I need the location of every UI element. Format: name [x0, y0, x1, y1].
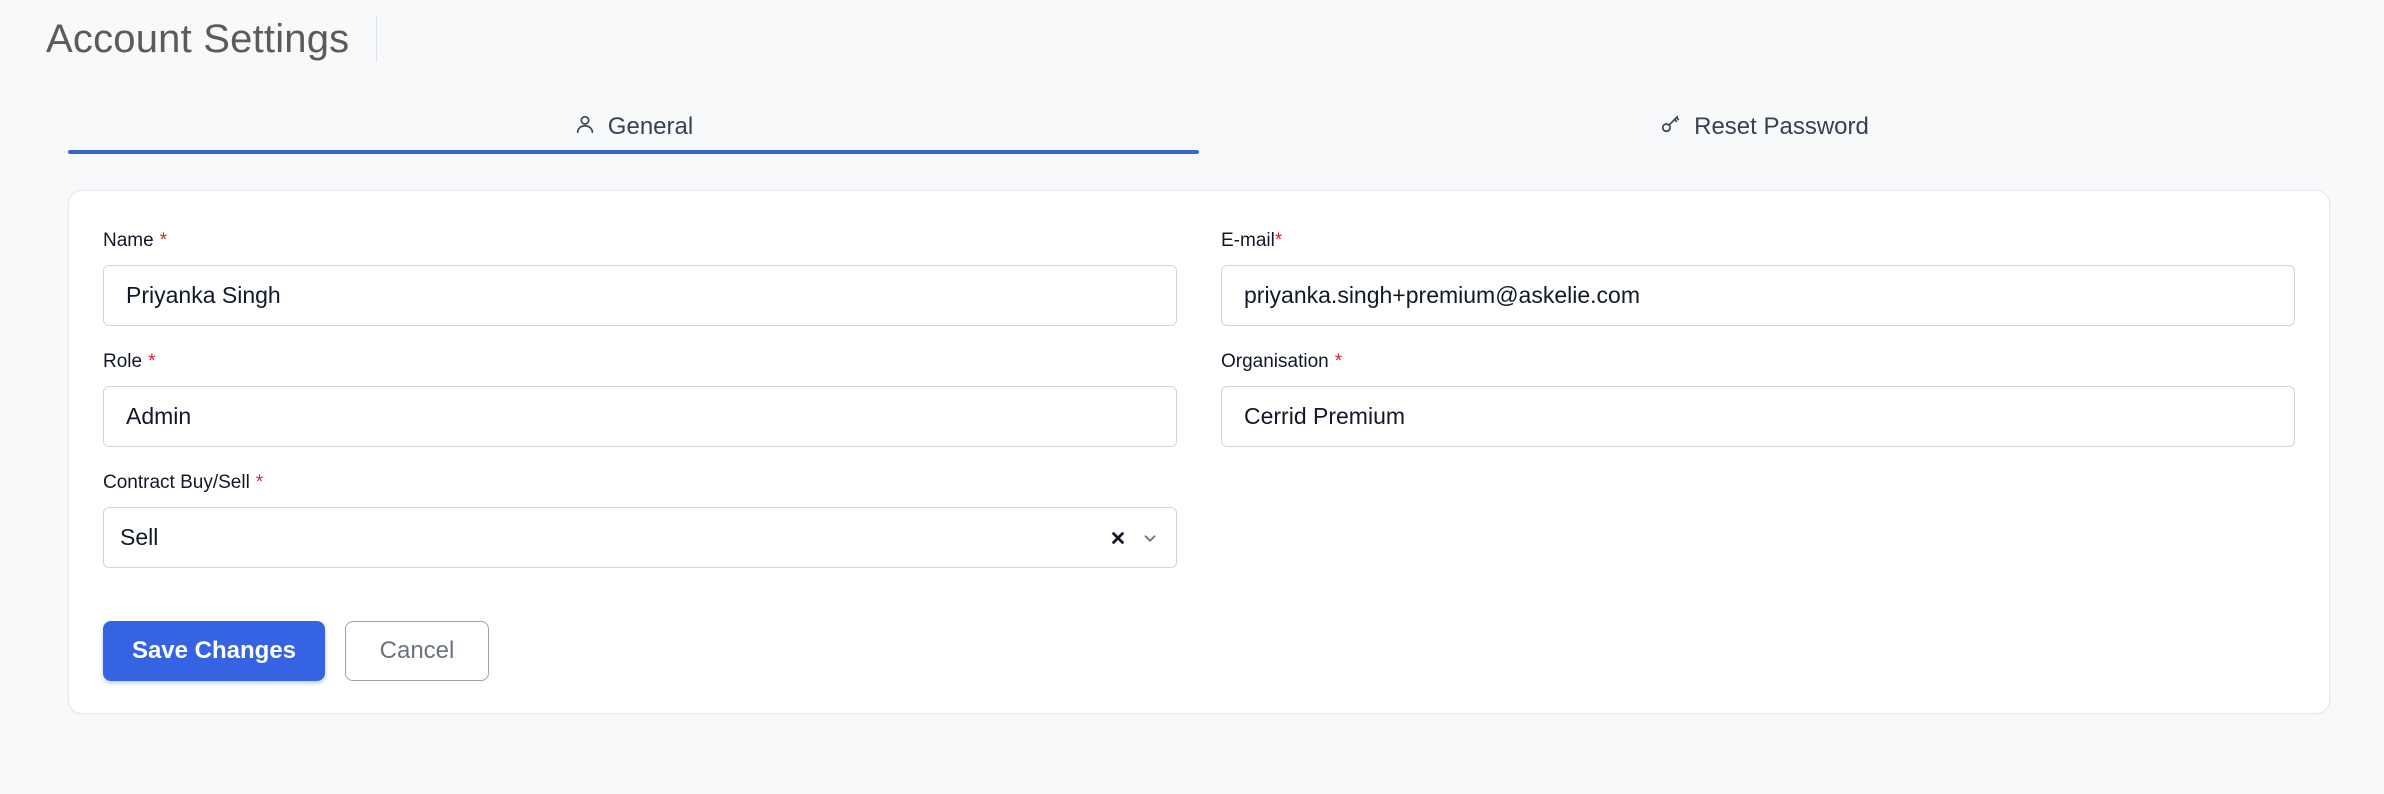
tab-reset-password[interactable]: Reset Password [1199, 100, 2330, 156]
role-input[interactable]: Admin [103, 386, 1177, 447]
contract-select-value: Sell [120, 524, 159, 550]
role-input-value: Admin [126, 403, 192, 429]
user-icon [574, 113, 596, 142]
name-field-group: Name * Priyanka Singh [103, 229, 1177, 326]
required-marker: * [148, 351, 156, 372]
email-label-text: E-mail [1221, 230, 1275, 251]
tab-general-label: General [607, 113, 694, 140]
role-label-text: Role [103, 351, 143, 372]
name-input-value: Priyanka Singh [126, 282, 281, 308]
organisation-input[interactable]: Cerrid Premium [1221, 386, 2295, 447]
email-input[interactable]: priyanka.singh+premium@askelie.com [1221, 265, 2295, 326]
contract-label-text: Contract Buy/Sell [103, 472, 250, 493]
name-label: Name * [103, 229, 1177, 253]
settings-card: Name * Priyanka Singh E-mail * priyanka.… [68, 190, 2330, 714]
header-divider [376, 16, 377, 62]
page-title: Account Settings [46, 16, 350, 61]
organisation-input-value: Cerrid Premium [1244, 403, 1406, 429]
email-label: E-mail * [1221, 229, 2295, 253]
role-label: Role * [103, 350, 1177, 374]
contract-select[interactable]: Sell [103, 507, 1177, 568]
contract-field-group: Contract Buy/Sell * Sell [103, 471, 1177, 568]
required-marker: * [1334, 351, 1343, 372]
required-marker: * [1274, 230, 1283, 251]
clear-icon[interactable] [1108, 528, 1128, 548]
name-input[interactable]: Priyanka Singh [103, 265, 1177, 326]
settings-tabs: General Reset Password [68, 100, 2330, 156]
contract-label: Contract Buy/Sell * [103, 471, 1177, 495]
key-icon [1660, 113, 1682, 142]
tab-reset-password-label: Reset Password [1694, 113, 1869, 140]
required-marker: * [255, 472, 264, 493]
organisation-label-text: Organisation [1221, 351, 1329, 372]
organisation-label: Organisation * [1221, 350, 2295, 374]
name-label-text: Name [103, 230, 154, 251]
email-field-group: E-mail * priyanka.singh+premium@askelie.… [1221, 229, 2295, 326]
chevron-down-icon[interactable] [1140, 528, 1160, 548]
role-field-group: Role * Admin [103, 350, 1177, 447]
organisation-field-group: Organisation * Cerrid Premium [1221, 350, 2295, 447]
tab-general[interactable]: General [68, 100, 1199, 156]
page-header: Account Settings [46, 14, 349, 64]
save-changes-button[interactable]: Save Changes [103, 621, 325, 681]
email-input-value: priyanka.singh+premium@askelie.com [1244, 282, 1640, 308]
cancel-button[interactable]: Cancel [345, 621, 489, 681]
required-marker: * [159, 230, 168, 251]
